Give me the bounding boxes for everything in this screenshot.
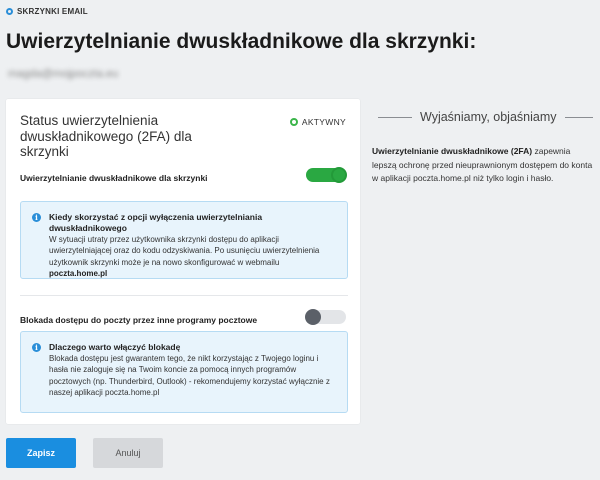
- cancel-button[interactable]: Anuluj: [93, 438, 163, 468]
- explain-strong: Uwierzytelnianie dwuskładnikowe (2FA): [372, 146, 533, 156]
- block-row-label: Blokada dostępu do poczty przez inne pro…: [20, 315, 258, 325]
- explain-heading-text: Wyjaśniamy, objaśniamy: [420, 110, 557, 124]
- info-text-body: W sytuacji utraty przez użytkownika skrz…: [49, 235, 320, 267]
- info-icon: i: [32, 213, 41, 222]
- info-box-block: i Dlaczego warto włączyć blokadę Blokada…: [20, 331, 348, 413]
- block-toggle[interactable]: [305, 309, 346, 325]
- info-box-2fa: i Kiedy skorzystać z opcji wyłączenia uw…: [20, 201, 348, 279]
- heading-line: [378, 116, 412, 118]
- toggle-knob: [305, 309, 321, 325]
- info-text: Blokada dostępu jest gwarantem tego, że …: [49, 354, 330, 398]
- heading-line: [564, 116, 593, 118]
- info-title: Dlaczego warto włączyć blokadę: [49, 342, 181, 352]
- twofa-row-label: Uwierzytelnianie dwuskładnikowe dla skrz…: [20, 173, 208, 183]
- status-label: AKTYWNY: [301, 117, 346, 127]
- twofa-card: Status uwierzytelnienia dwuskładnikowego…: [6, 99, 360, 424]
- breadcrumb[interactable]: SKRZYNKI EMAIL: [6, 7, 88, 16]
- card-title: Status uwierzytelnienia dwuskładnikowego…: [20, 113, 192, 159]
- status-circle-icon: [289, 118, 298, 126]
- circle-icon: [6, 8, 13, 15]
- info-icon: i: [32, 343, 41, 352]
- save-button[interactable]: Zapisz: [6, 438, 76, 468]
- explain-text: Uwierzytelnianie dwuskładnikowe (2FA) za…: [372, 145, 597, 186]
- info-text: W sytuacji utraty przez użytkownika skrz…: [49, 234, 337, 280]
- mailbox-email: magda@mojpoczta.eu: [8, 68, 119, 80]
- status-badge: AKTYWNY: [289, 117, 346, 127]
- toggle-knob: [331, 167, 347, 183]
- info-title: Kiedy skorzystać z opcji wyłączenia uwie…: [49, 212, 263, 233]
- divider: [20, 295, 348, 296]
- explain-heading: Wyjaśniamy, objaśniamy: [378, 110, 593, 124]
- info-text-strong: poczta.home.pl: [49, 269, 108, 279]
- twofa-toggle[interactable]: [306, 167, 347, 183]
- page-title: Uwierzytelnianie dwuskładnikowe dla skrz…: [6, 30, 477, 53]
- breadcrumb-label: SKRZYNKI EMAIL: [17, 7, 88, 16]
